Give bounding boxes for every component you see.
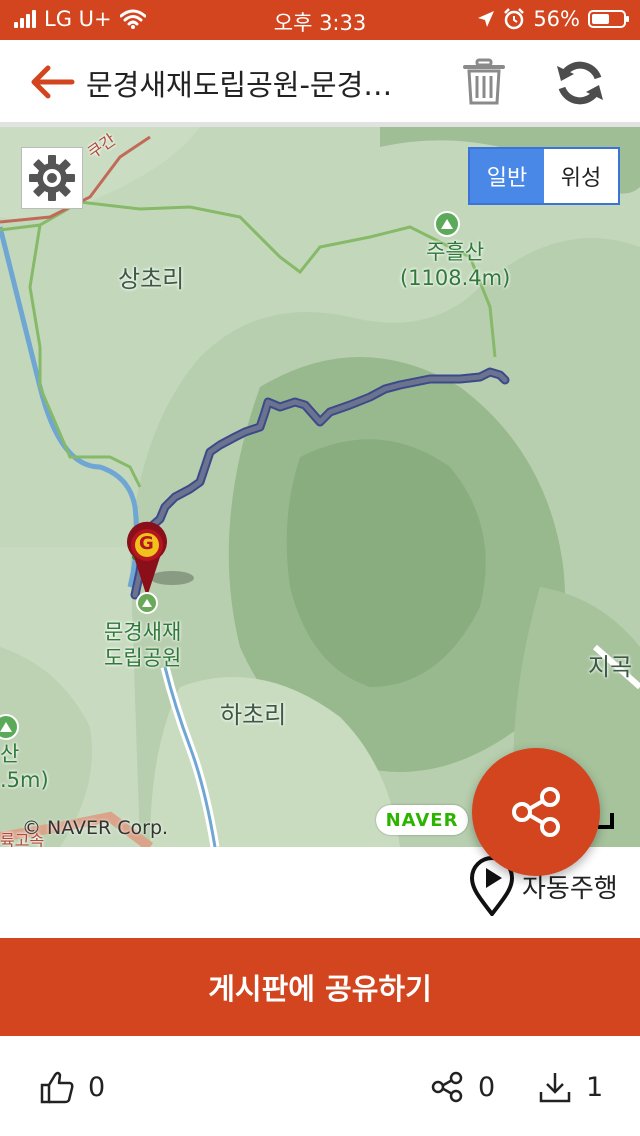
bottom-stats-bar: 0 0 1	[0, 1040, 640, 1136]
download-stat[interactable]: 1	[538, 1070, 603, 1104]
left-peak-label: 산 .5m)	[0, 741, 49, 793]
download-icon	[539, 1073, 571, 1103]
map-label-hacho: 하초리	[220, 701, 287, 729]
page-title: 문경새재도립공원-문경…	[86, 68, 393, 102]
like-stat[interactable]: 0	[40, 1070, 105, 1104]
map-terrain	[0, 127, 640, 847]
refresh-icon[interactable]	[552, 60, 608, 106]
trash-icon[interactable]	[462, 58, 506, 106]
peak-label: 주흘산 (1108.4m)	[400, 239, 510, 291]
park-name-line2: 도립공원	[104, 646, 182, 670]
back-arrow-icon[interactable]	[28, 62, 76, 102]
share-small-icon	[431, 1071, 463, 1103]
status-right-group: 56%	[477, 7, 629, 31]
map-label-sangcho: 상초리	[118, 265, 185, 293]
map-type-satellite[interactable]: 위성	[544, 149, 618, 203]
share-count: 0	[478, 1071, 496, 1103]
gear-icon	[29, 155, 75, 201]
battery-icon	[588, 10, 629, 28]
left-peak-name: 산	[0, 742, 20, 766]
battery-percent: 56%	[533, 7, 580, 31]
top-bar: 문경새재도립공원-문경…	[0, 40, 640, 127]
peak-name: 주흘산	[426, 240, 485, 264]
park-name-line1: 문경새재	[104, 620, 182, 644]
map-view[interactable]: G 상초리 하초리 지곡 쿠간 륙고속 주흘산 (1108.4m) 문경새재 도…	[0, 127, 640, 847]
peak-elevation: (1108.4m)	[400, 266, 511, 290]
map-type-normal[interactable]: 일반	[470, 149, 544, 203]
left-peak-elevation: .5m)	[0, 768, 49, 792]
alarm-icon	[504, 8, 525, 30]
battery-fill	[592, 14, 609, 24]
download-count: 1	[586, 1071, 604, 1103]
share-fab-button[interactable]	[472, 748, 600, 876]
share-stat[interactable]: 0	[430, 1070, 495, 1104]
share-icon	[512, 787, 560, 837]
map-type-toggle: 일반 위성	[468, 147, 620, 205]
like-count: 0	[88, 1071, 106, 1103]
naver-logo: NAVER	[376, 805, 468, 835]
share-to-board-button[interactable]: 게시판에 공유하기	[0, 938, 640, 1036]
map-copyright: © NAVER Corp.	[22, 817, 169, 839]
thumbs-up-icon	[40, 1071, 74, 1104]
status-bar: LG U+ 오후 3:33 56%	[0, 0, 640, 40]
map-settings-button[interactable]	[21, 147, 83, 209]
park-label: 문경새재 도립공원	[104, 619, 181, 671]
marker-letter: G	[139, 533, 154, 554]
location-arrow-icon	[478, 11, 495, 27]
map-label-jugok: 지곡	[588, 653, 633, 681]
